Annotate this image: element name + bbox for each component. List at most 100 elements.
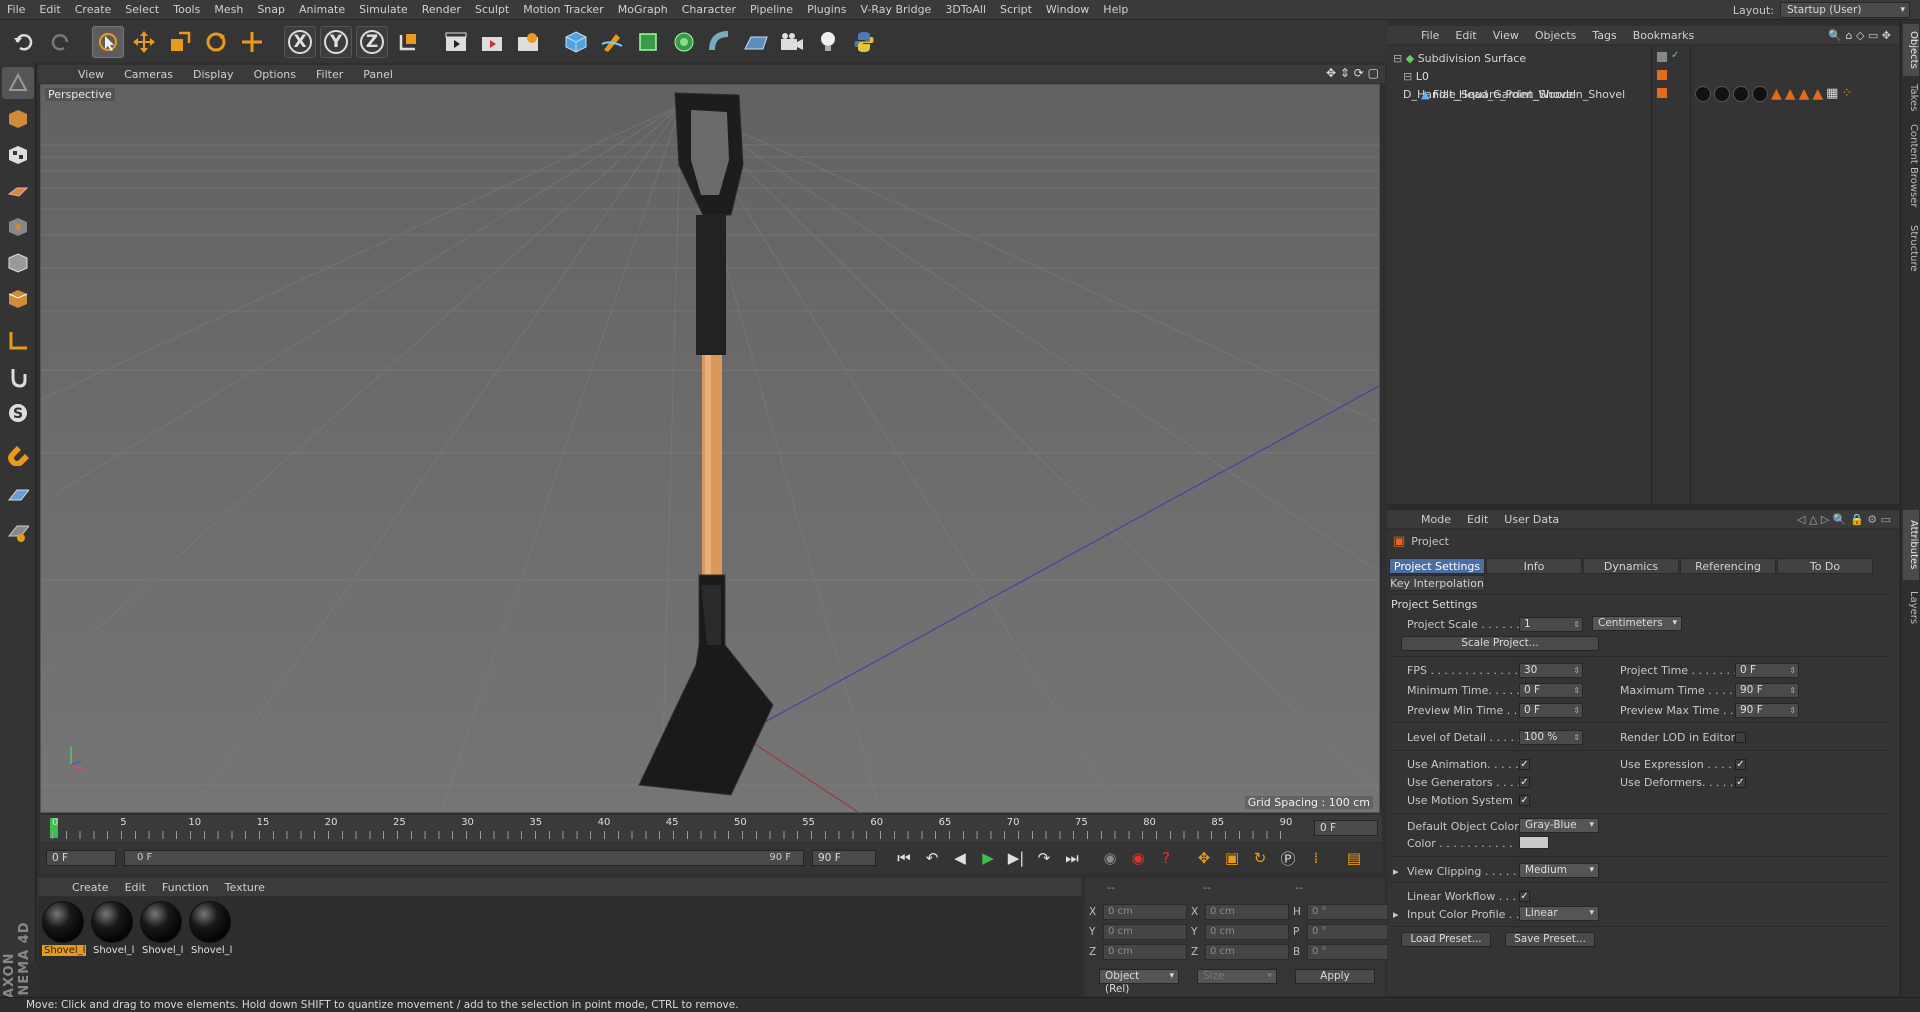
timeline-layout-icon[interactable]: ▤ <box>1342 846 1366 870</box>
side-tab-objects[interactable]: Objects <box>1903 24 1919 76</box>
use-expression-checkbox[interactable]: ✓ <box>1735 759 1746 770</box>
key-position-icon[interactable]: ✥ <box>1192 846 1216 870</box>
viewport-menu-panel[interactable]: Panel <box>353 68 403 81</box>
default-object-color-dropdown[interactable]: Gray-Blue <box>1519 818 1599 833</box>
workplane-icon[interactable] <box>2 175 34 207</box>
tab-dynamics[interactable]: Dynamics <box>1583 558 1679 574</box>
grid-lock-icon[interactable] <box>2 481 34 513</box>
menu-mesh[interactable]: Mesh <box>207 0 250 20</box>
rotation-h-field[interactable]: 0 ° <box>1307 904 1391 920</box>
side-tab-layers[interactable]: Layers <box>1903 586 1919 630</box>
menu-edit[interactable]: Edit <box>32 0 67 20</box>
menu-create[interactable]: Create <box>68 0 119 20</box>
object-row-shovel-null[interactable]: ⊟ L0 D_Handle_Square_Point_Wooden_Shovel <box>1403 68 1653 101</box>
am-menu-mode[interactable]: Mode <box>1413 513 1459 526</box>
size-mode-dropdown[interactable]: Size <box>1197 969 1277 984</box>
menu-snap[interactable]: Snap <box>250 0 292 20</box>
material-item[interactable]: Shovel_l <box>91 901 135 956</box>
previous-frame-icon[interactable]: ◀ <box>948 846 972 870</box>
project-scale-unit-dropdown[interactable]: Centimeters <box>1592 616 1682 631</box>
go-to-end-icon[interactable]: ⏭ <box>1060 846 1084 870</box>
z-axis-lock[interactable]: Z <box>356 25 388 58</box>
om-search-icon[interactable]: 🔍 ⌂ ◇ ▭ ✥ <box>1828 29 1891 42</box>
selection-tag-icon[interactable]: ▲ <box>1785 86 1796 102</box>
render-settings-icon[interactable] <box>512 26 544 58</box>
use-motion-system-checkbox[interactable]: ✓ <box>1519 795 1530 806</box>
object-row-subdivision[interactable]: ⊟ ◆ Subdivision Surface <box>1393 50 1643 68</box>
rotation-b-field[interactable]: 0 ° <box>1307 944 1391 960</box>
selection-tag-icon[interactable]: ▲ <box>1799 86 1810 102</box>
render-view-icon[interactable] <box>440 26 472 58</box>
preview-max-time-field[interactable]: 90 F <box>1735 703 1799 718</box>
preview-min-time-field[interactable]: 0 F <box>1519 703 1583 718</box>
menu-3dtoall[interactable]: 3DToAll <box>938 0 993 20</box>
menu-animate[interactable]: Animate <box>292 0 352 20</box>
move-icon[interactable] <box>128 26 160 58</box>
apply-button[interactable]: Apply <box>1295 969 1375 984</box>
size-x-field[interactable]: 0 cm <box>1205 904 1289 920</box>
scale-icon[interactable] <box>164 26 196 58</box>
view-clipping-dropdown[interactable]: Medium <box>1519 863 1599 878</box>
material-tag-icon[interactable] <box>1695 86 1711 102</box>
rotation-p-field[interactable]: 0 ° <box>1307 924 1391 940</box>
menu-sculpt[interactable]: Sculpt <box>468 0 516 20</box>
redo-icon[interactable] <box>44 26 76 58</box>
snap-icon[interactable]: S <box>2 397 34 429</box>
material-menu-create[interactable]: Create <box>64 881 117 894</box>
material-item[interactable]: Shovel_l <box>42 901 86 956</box>
pen-icon[interactable] <box>596 26 628 58</box>
next-frame-icon[interactable]: ▶| <box>1004 846 1028 870</box>
menu-vray-bridge[interactable]: V-Ray Bridge <box>853 0 938 20</box>
position-y-field[interactable]: 0 cm <box>1103 924 1187 940</box>
material-tag-icon[interactable] <box>1752 86 1768 102</box>
render-picture-viewer-icon[interactable] <box>476 26 508 58</box>
previous-key-icon[interactable]: ↶ <box>920 846 944 870</box>
use-animation-checkbox[interactable]: ✓ <box>1519 759 1530 770</box>
deformer-icon[interactable] <box>704 26 736 58</box>
om-menu-objects[interactable]: Objects <box>1527 29 1585 42</box>
menu-mograph[interactable]: MoGraph <box>611 0 675 20</box>
om-menu-bookmarks[interactable]: Bookmarks <box>1625 29 1702 42</box>
menu-simulate[interactable]: Simulate <box>352 0 415 20</box>
menu-pipeline[interactable]: Pipeline <box>743 0 800 20</box>
key-scale-icon[interactable]: ▣ <box>1220 846 1244 870</box>
menu-render[interactable]: Render <box>415 0 468 20</box>
record-keyframes-icon[interactable]: ◉ <box>1098 846 1122 870</box>
size-z-field[interactable]: 0 cm <box>1205 944 1289 960</box>
python-icon[interactable] <box>848 26 880 58</box>
subdivision-icon[interactable] <box>632 26 664 58</box>
live-selection-icon[interactable] <box>92 25 124 58</box>
phong-tag-icon[interactable]: ⁘ <box>1841 86 1852 102</box>
input-color-profile-dropdown[interactable]: Linear <box>1519 906 1599 921</box>
menu-plugins[interactable]: Plugins <box>800 0 853 20</box>
coordinate-system-icon[interactable] <box>392 26 424 58</box>
autokey-icon[interactable]: ◉ <box>1126 846 1150 870</box>
end-frame-field[interactable]: 90 F <box>812 850 876 866</box>
viewport-menu-display[interactable]: Display <box>183 68 244 81</box>
menu-help[interactable]: Help <box>1096 0 1135 20</box>
keyframe-selection-icon[interactable]: ? <box>1154 846 1178 870</box>
side-tab-takes[interactable]: Takes <box>1903 80 1919 114</box>
project-time-field[interactable]: 0 F <box>1735 663 1799 678</box>
viewport-menu-filter[interactable]: Filter <box>306 68 353 81</box>
viewport-menu-options[interactable]: Options <box>244 68 306 81</box>
scale-project-button[interactable]: Scale Project... <box>1401 636 1599 651</box>
layer-color-swatch[interactable] <box>1657 70 1667 80</box>
viewport-menu-cameras[interactable]: Cameras <box>114 68 183 81</box>
current-frame-field[interactable]: 0 F <box>1314 820 1378 836</box>
position-z-field[interactable]: 0 cm <box>1103 944 1187 960</box>
points-mode-icon[interactable] <box>2 211 34 243</box>
uvw-tag-icon[interactable]: ▦ <box>1826 86 1838 102</box>
start-frame-field[interactable]: 0 F <box>46 850 116 866</box>
save-preset-button[interactable]: Save Preset... <box>1505 932 1595 947</box>
om-menu-file[interactable]: File <box>1413 29 1447 42</box>
make-editable-icon[interactable] <box>2 67 34 99</box>
project-scale-field[interactable]: 1 <box>1519 617 1583 632</box>
material-menu-edit[interactable]: Edit <box>117 881 154 894</box>
use-deformers-checkbox[interactable]: ✓ <box>1735 777 1746 788</box>
menu-motion-tracker[interactable]: Motion Tracker <box>516 0 610 20</box>
tab-project-settings[interactable]: Project Settings <box>1389 558 1485 574</box>
tab-referencing[interactable]: Referencing <box>1680 558 1776 574</box>
edges-mode-icon[interactable] <box>2 247 34 279</box>
tab-to-do[interactable]: To Do <box>1777 558 1873 574</box>
